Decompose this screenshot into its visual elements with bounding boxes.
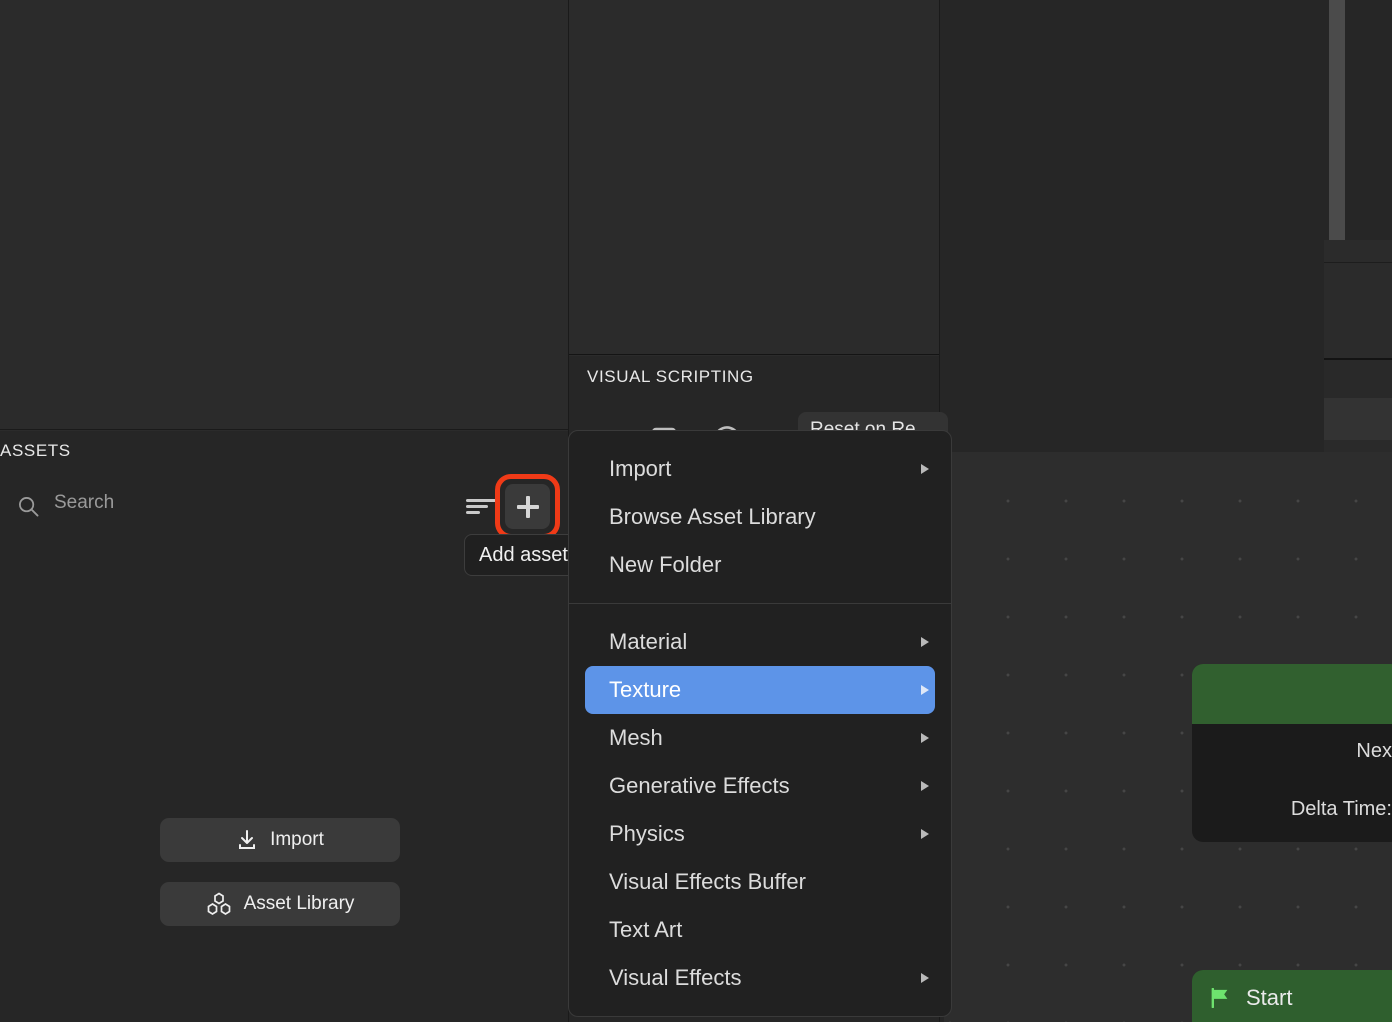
- context-menu-item-generative-effects[interactable]: Generative Effects: [569, 762, 951, 810]
- inspector-block-2: [1324, 262, 1392, 358]
- chevron-right-icon: [921, 733, 929, 743]
- add-asset-button[interactable]: [505, 484, 550, 529]
- context-menu-item-visual-effects-buffer[interactable]: Visual Effects Buffer: [569, 858, 951, 906]
- chevron-right-icon: [921, 829, 929, 839]
- search-input[interactable]: Search: [54, 492, 114, 514]
- chevron-right-icon: [921, 973, 929, 983]
- assets-panel-title: ASSETS: [0, 441, 71, 460]
- context-menu-item-label: Mesh: [609, 725, 663, 750]
- assets-search-row[interactable]: Search: [0, 488, 568, 526]
- inspector-block-4: [1324, 398, 1392, 440]
- context-menu-item-label: Material: [609, 629, 688, 654]
- node-port-next: Nex: [1356, 740, 1392, 762]
- chevron-right-icon: [921, 637, 929, 647]
- add-asset-context-menu: Import Browse Asset Library New Folder M…: [568, 430, 952, 1017]
- context-menu-item-mesh[interactable]: Mesh: [569, 714, 951, 762]
- inspector-block-3: [1324, 358, 1392, 398]
- search-icon: [19, 497, 39, 517]
- plus-icon: [516, 495, 539, 518]
- context-menu-item-label: New Folder: [609, 552, 722, 577]
- context-menu-item-label: Generative Effects: [609, 773, 790, 798]
- context-menu-group-1: Import Browse Asset Library New Folder: [569, 445, 951, 589]
- import-button[interactable]: Import: [160, 818, 400, 862]
- node-header: [1192, 664, 1392, 724]
- chevron-right-icon: [921, 464, 929, 474]
- flag-icon: [1211, 988, 1228, 1008]
- asset-library-button[interactable]: Asset Library: [160, 882, 400, 926]
- context-menu-item-label: Texture: [609, 677, 682, 702]
- chevron-right-icon: [921, 781, 929, 791]
- node-start-event[interactable]: Start: [1192, 970, 1392, 1022]
- node-start-title: Start: [1246, 985, 1293, 1010]
- context-menu-item-text-art[interactable]: Text Art: [569, 906, 951, 954]
- inspector-block-1: [1324, 240, 1392, 262]
- chevron-right-icon: [921, 685, 929, 695]
- node-start-header: Start: [1192, 970, 1392, 1022]
- context-menu-item-label: Import: [609, 456, 672, 481]
- assets-empty-state-actions: Import Asset Library: [160, 818, 400, 946]
- asset-library-button-label: Asset Library: [243, 893, 355, 914]
- context-menu-item-physics[interactable]: Physics: [569, 810, 951, 858]
- node-update-event[interactable]: Nex Delta Time:: [1192, 664, 1392, 842]
- inspector-scrollbar[interactable]: [1329, 0, 1345, 240]
- preview-panel: [0, 0, 568, 430]
- filter-icon[interactable]: [466, 499, 496, 515]
- context-menu-item-label: Visual Effects: [609, 965, 742, 990]
- context-menu-item-label: Visual Effects Buffer: [609, 869, 806, 894]
- context-menu-item-label: Browse Asset Library: [609, 504, 816, 529]
- context-menu-group-2: Material Texture Mesh Generative Effects…: [569, 618, 951, 1002]
- node-port-delta-time: Delta Time:: [1290, 798, 1392, 820]
- context-menu-item-texture[interactable]: Texture: [585, 666, 935, 714]
- import-button-label: Import: [270, 829, 324, 850]
- context-menu-separator: [569, 603, 951, 604]
- context-menu-item-browse-asset-library[interactable]: Browse Asset Library: [569, 493, 951, 541]
- context-menu-item-visual-effects[interactable]: Visual Effects: [569, 954, 951, 1002]
- inspector-block-5: [1324, 440, 1392, 452]
- editor-window: Nex Delta Time: Start ASSETS Search Add …: [0, 0, 1392, 1022]
- visual-scripting-title: VISUAL SCRIPTING: [587, 367, 754, 386]
- download-icon: [239, 830, 256, 849]
- node-body: Nex Delta Time:: [1192, 724, 1392, 842]
- hexagon-cluster-icon: [207, 892, 230, 916]
- context-menu-item-material[interactable]: Material: [569, 618, 951, 666]
- context-menu-item-import[interactable]: Import: [569, 445, 951, 493]
- scene-panel: [569, 0, 939, 355]
- context-menu-item-label: Physics: [609, 821, 685, 846]
- context-menu-item-label: Text Art: [609, 917, 683, 942]
- context-menu-item-new-folder[interactable]: New Folder: [569, 541, 951, 589]
